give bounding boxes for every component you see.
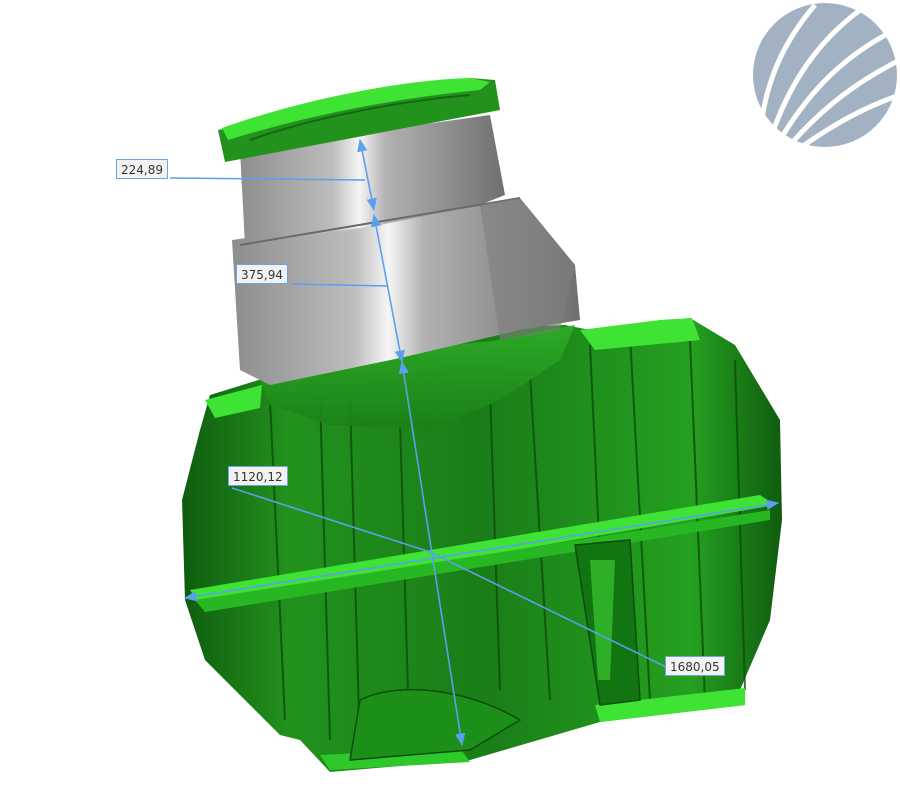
dimension-label-upper-riser[interactable]: 224,89 bbox=[116, 159, 168, 179]
tank-body bbox=[182, 318, 782, 772]
dimension-label-diameter[interactable]: 1120,12 bbox=[228, 466, 288, 486]
dimension-label-length[interactable]: 1680,05 bbox=[665, 656, 725, 676]
dimension-label-lower-riser[interactable]: 375,94 bbox=[236, 264, 288, 284]
3d-model-viewport[interactable]: 224,89 375,94 1120,12 1680,05 bbox=[0, 0, 900, 800]
stylized-sun-rays-logo-icon bbox=[753, 3, 900, 151]
